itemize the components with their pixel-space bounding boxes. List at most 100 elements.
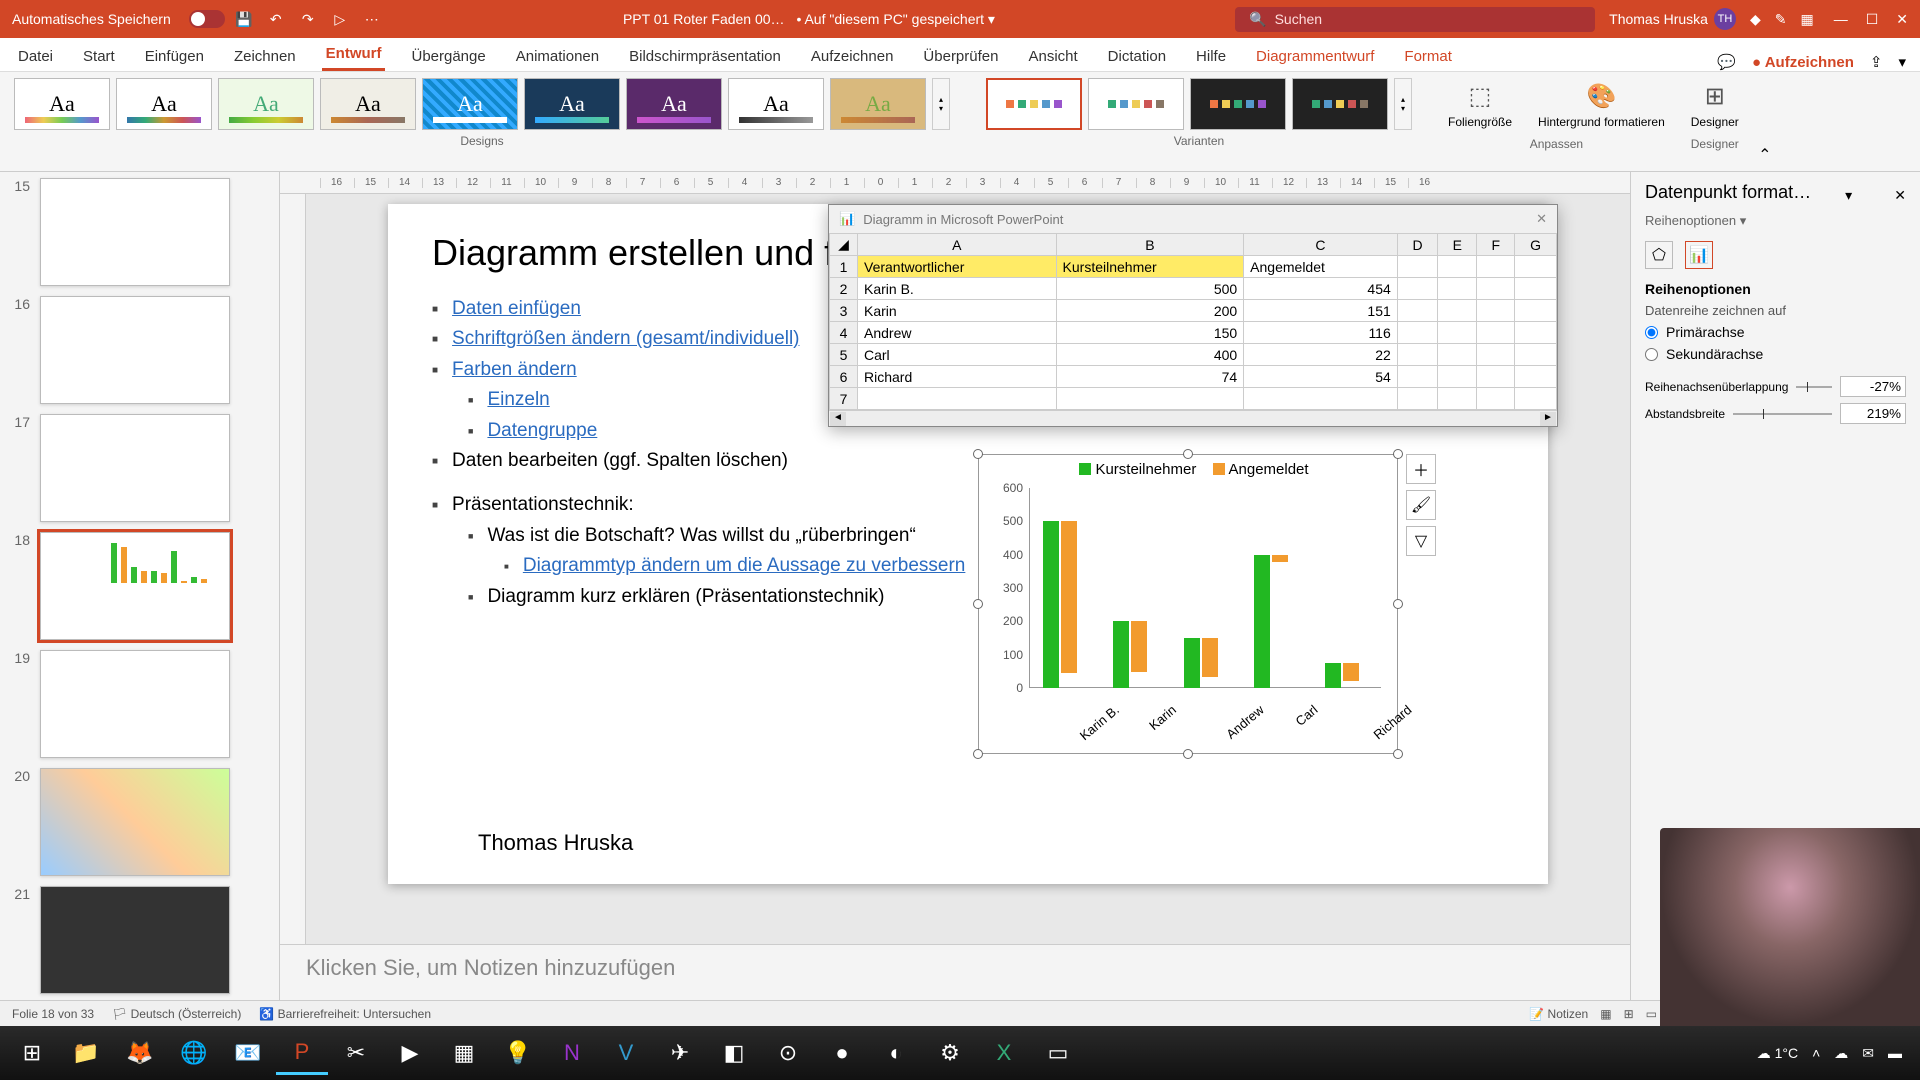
undo-icon[interactable]: ↶ <box>265 8 287 30</box>
design-theme-3[interactable]: Aa <box>218 78 314 130</box>
onenote-icon[interactable]: N <box>546 1031 598 1075</box>
scroll-left-icon[interactable]: ◄ <box>830 412 846 426</box>
app4-icon[interactable]: ◐ <box>870 1031 922 1075</box>
slide-thumbnails-pane[interactable]: 15 16 17 18 19 20 21 22 23 24 <box>0 172 280 1000</box>
resize-handle[interactable] <box>1393 449 1403 459</box>
tab-datei[interactable]: Datei <box>14 42 57 71</box>
tab-start[interactable]: Start <box>79 42 119 71</box>
view-sorter-icon[interactable]: ⊞ <box>1624 1007 1634 1021</box>
ribbon-collapse[interactable]: ⌃ <box>1755 145 1775 169</box>
design-theme-2[interactable]: Aa <box>116 78 212 130</box>
designs-expand[interactable]: ▴▾ <box>932 78 950 130</box>
design-theme-7[interactable]: Aa <box>626 78 722 130</box>
start-button[interactable]: ⊞ <box>6 1031 58 1075</box>
tab-format[interactable]: Format <box>1400 42 1456 71</box>
datasheet-hscroll[interactable]: ◄ ► <box>829 410 1557 426</box>
chevron-down-icon[interactable]: ▾ <box>1898 53 1906 71</box>
fill-icon[interactable]: ⬠ <box>1645 241 1673 269</box>
app2-icon[interactable]: ◧ <box>708 1031 760 1075</box>
hintergrund-button[interactable]: 🎨Hintergrund formatieren <box>1528 78 1675 133</box>
snip-icon[interactable]: ✂ <box>330 1031 382 1075</box>
pen-icon[interactable]: ✎ <box>1775 11 1787 28</box>
save-icon[interactable]: 💾 <box>233 8 255 30</box>
pane-dropdown-icon[interactable]: ▾ <box>1845 187 1852 204</box>
close-icon[interactable]: ✕ <box>1896 11 1908 28</box>
autosave-toggle[interactable] <box>189 10 225 28</box>
tab-animationen[interactable]: Animationen <box>512 42 603 71</box>
tab-einfuegen[interactable]: Einfügen <box>141 42 208 71</box>
resize-handle[interactable] <box>1183 449 1193 459</box>
tray-cloud-icon[interactable]: ☁ <box>1834 1045 1848 1062</box>
diamond-icon[interactable]: ◆ <box>1750 11 1761 28</box>
variant-1[interactable] <box>986 78 1082 130</box>
pane-close-icon[interactable]: ✕ <box>1894 187 1906 204</box>
firefox-icon[interactable]: 🦊 <box>114 1031 166 1075</box>
variant-4[interactable] <box>1292 78 1388 130</box>
resize-handle[interactable] <box>973 449 983 459</box>
designer-button[interactable]: ⊞Designer <box>1681 78 1749 133</box>
chrome-icon[interactable]: 🌐 <box>168 1031 220 1075</box>
tab-uebergaenge[interactable]: Übergänge <box>407 42 489 71</box>
tray-battery-icon[interactable]: ▬ <box>1888 1045 1902 1061</box>
chart-plot[interactable]: 0100200300400500600 <box>1029 488 1381 688</box>
notes-pane[interactable]: Klicken Sie, um Notizen hinzuzufügen <box>280 944 1630 1000</box>
excel-icon[interactable]: X <box>978 1031 1030 1075</box>
design-theme-5[interactable]: Aa <box>422 78 518 130</box>
notes-button[interactable]: 📝 Notizen <box>1529 1007 1588 1021</box>
calendar-icon[interactable]: ▦ <box>1800 11 1813 28</box>
slide-thumb-20[interactable]: 20 <box>6 768 273 876</box>
corner-cell[interactable]: ◢ <box>830 234 858 256</box>
variant-2[interactable] <box>1088 78 1184 130</box>
series-options-dropdown[interactable]: Reihenoptionen ▾ <box>1645 213 1906 229</box>
telegram-icon[interactable]: ✈ <box>654 1031 706 1075</box>
app3-icon[interactable]: ● <box>816 1031 868 1075</box>
tab-hilfe[interactable]: Hilfe <box>1192 42 1230 71</box>
design-theme-6[interactable]: Aa <box>524 78 620 130</box>
slide-thumb-18[interactable]: 18 <box>6 532 273 640</box>
present-icon[interactable]: ▷ <box>329 8 351 30</box>
slide-thumb-19[interactable]: 19 <box>6 650 273 758</box>
variants-expand[interactable]: ▴▾ <box>1394 78 1412 130</box>
tab-zeichnen[interactable]: Zeichnen <box>230 42 300 71</box>
tab-ansicht[interactable]: Ansicht <box>1024 42 1081 71</box>
view-normal-icon[interactable]: ▦ <box>1600 1007 1611 1021</box>
resize-handle[interactable] <box>973 749 983 759</box>
overlap-input[interactable] <box>1840 376 1906 397</box>
search-box[interactable]: 🔍 Suchen <box>1235 7 1595 32</box>
account-button[interactable]: Thomas Hruska TH <box>1609 8 1736 30</box>
slide-thumb-17[interactable]: 17 <box>6 414 273 522</box>
design-theme-9[interactable]: Aa <box>830 78 926 130</box>
view-reading-icon[interactable]: ▭ <box>1646 1007 1657 1021</box>
lightbulb-icon[interactable]: 💡 <box>492 1031 544 1075</box>
foliengroesse-button[interactable]: ⬚Foliengröße <box>1438 78 1522 133</box>
overlap-slider[interactable] <box>1796 386 1832 388</box>
resize-handle[interactable] <box>973 599 983 609</box>
datasheet-table[interactable]: ◢ A B C D E F G 1 Verantwo <box>829 233 1557 410</box>
more-icon[interactable]: ⋯ <box>361 8 383 30</box>
slide-thumb-16[interactable]: 16 <box>6 296 273 404</box>
scroll-right-icon[interactable]: ► <box>1540 412 1556 426</box>
tray-mail-icon[interactable]: ✉ <box>1862 1045 1874 1062</box>
chart[interactable]: Kursteilnehmer Angemeldet 01002003004005… <box>978 454 1398 754</box>
tab-diagrammentwurf[interactable]: Diagrammentwurf <box>1252 42 1378 71</box>
chart-brush-button[interactable]: 🖌 <box>1406 490 1436 520</box>
tab-dictation[interactable]: Dictation <box>1104 42 1170 71</box>
variant-3[interactable] <box>1190 78 1286 130</box>
design-theme-8[interactable]: Aa <box>728 78 824 130</box>
gap-slider[interactable] <box>1733 413 1832 415</box>
tab-aufzeichnen[interactable]: Aufzeichnen <box>807 42 898 71</box>
gap-input[interactable] <box>1840 403 1906 424</box>
minimize-icon[interactable]: ― <box>1834 11 1848 28</box>
chart-filter-button[interactable]: ▽ <box>1406 526 1436 556</box>
maximize-icon[interactable]: ☐ <box>1866 11 1879 28</box>
settings-icon[interactable]: ⚙ <box>924 1031 976 1075</box>
outlook-icon[interactable]: 📧 <box>222 1031 274 1075</box>
visio-icon[interactable]: V <box>600 1031 652 1075</box>
redo-icon[interactable]: ↷ <box>297 8 319 30</box>
chart-legend[interactable]: Kursteilnehmer Angemeldet <box>979 455 1397 484</box>
tab-entwurf[interactable]: Entwurf <box>322 39 386 71</box>
resize-handle[interactable] <box>1393 599 1403 609</box>
radio-secondary[interactable] <box>1645 348 1658 361</box>
language-button[interactable]: 🏳 Deutsch (Österreich) <box>112 1007 241 1021</box>
tab-ueberpruefen[interactable]: Überprüfen <box>919 42 1002 71</box>
